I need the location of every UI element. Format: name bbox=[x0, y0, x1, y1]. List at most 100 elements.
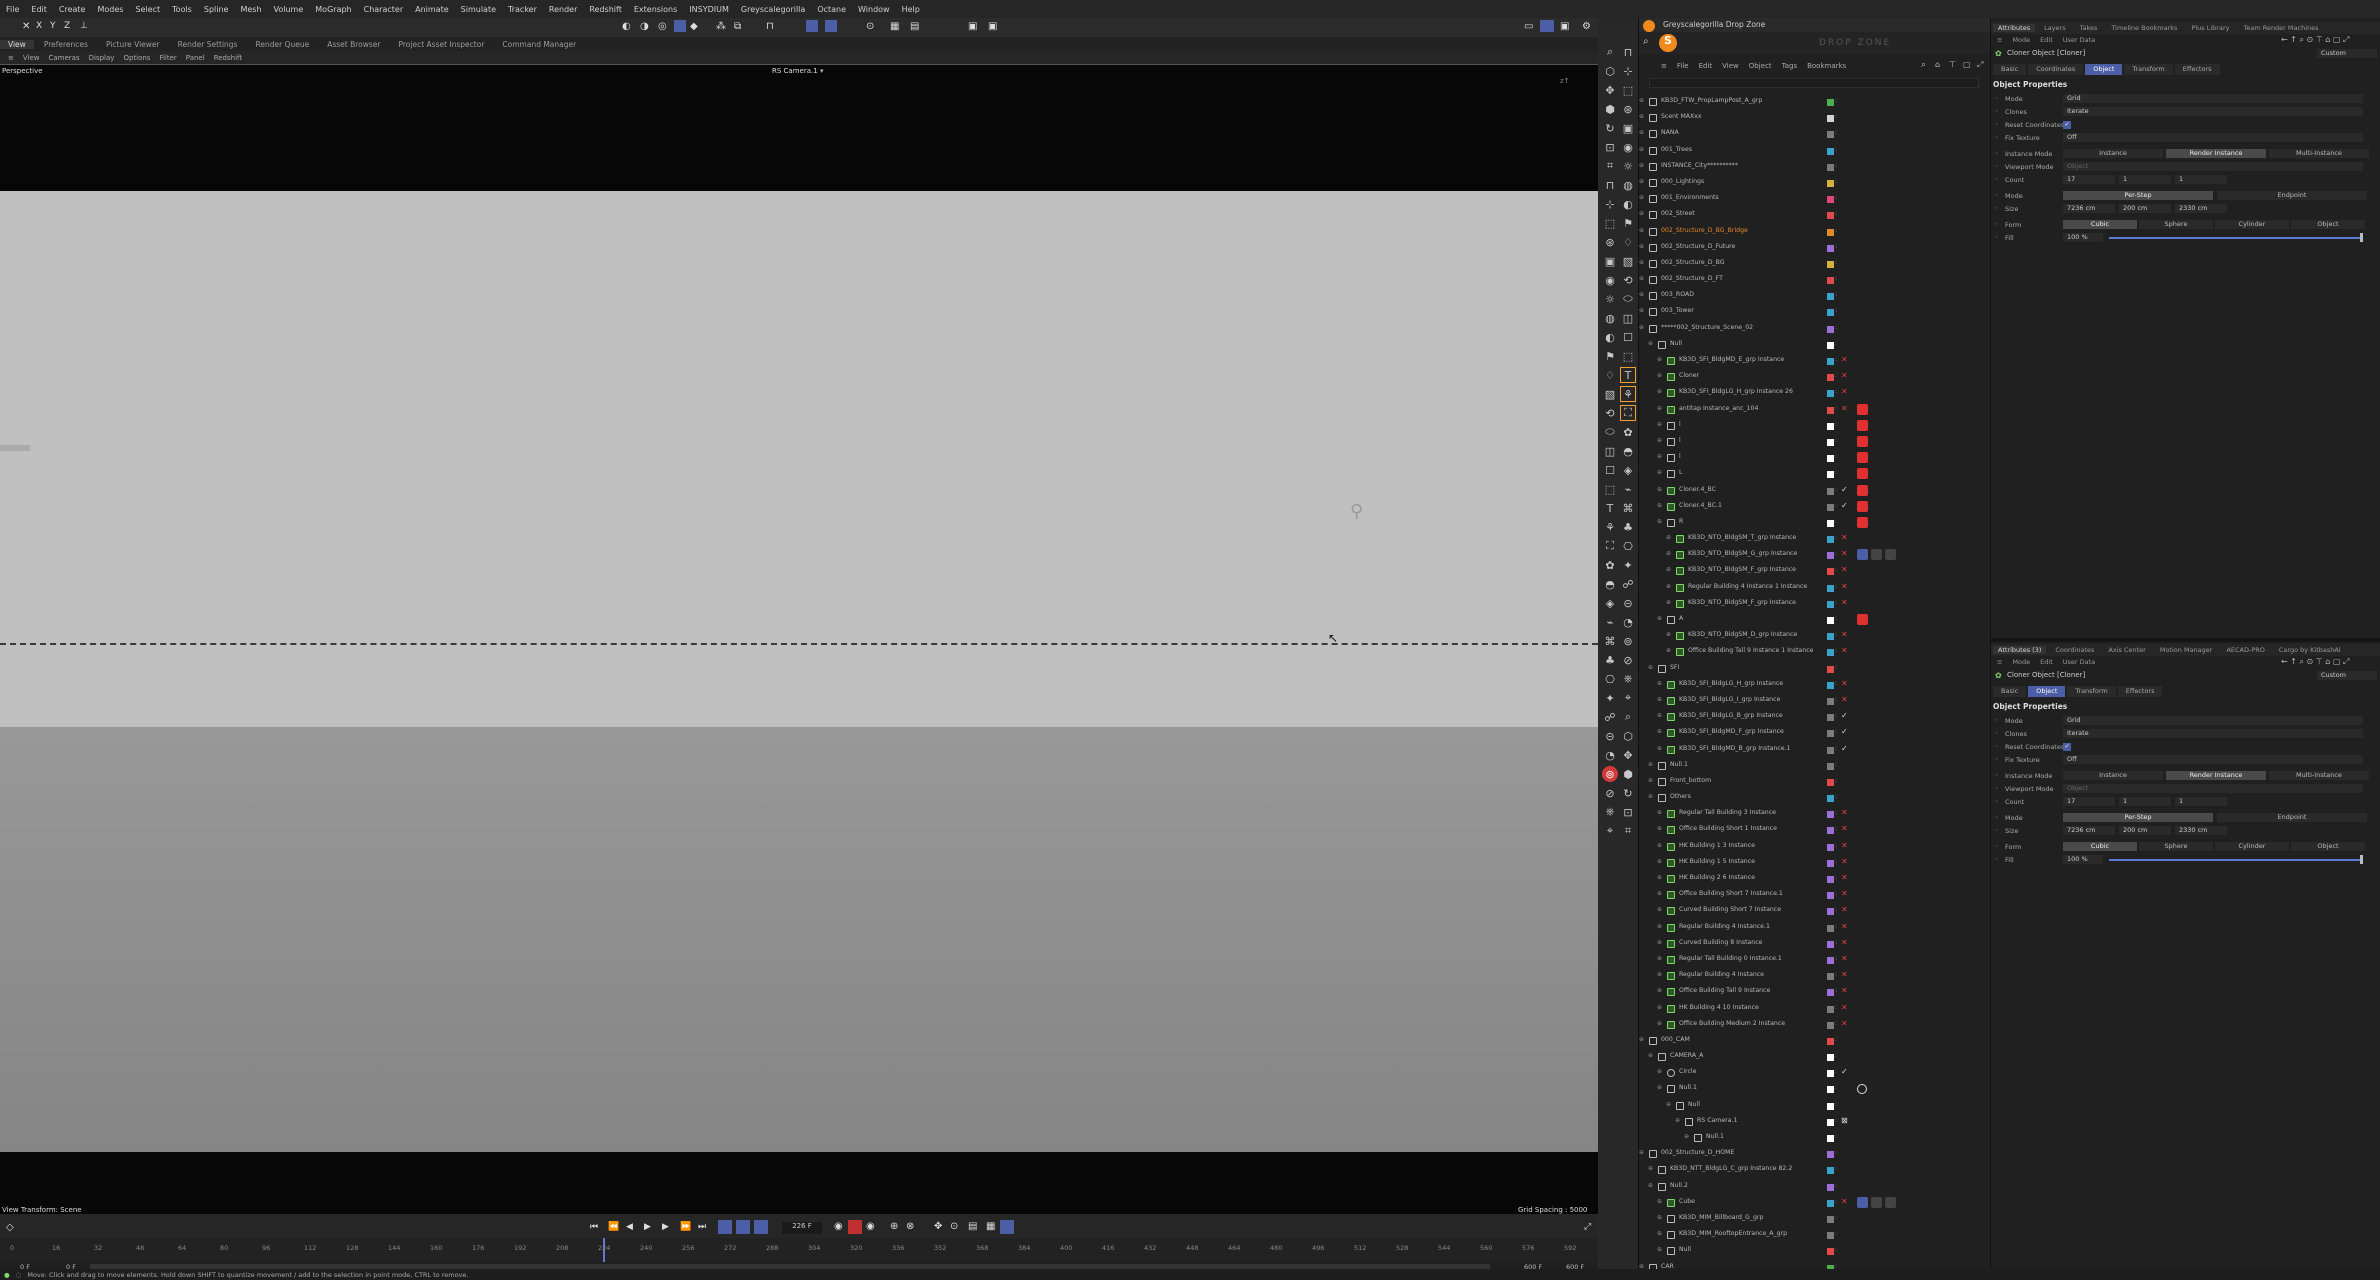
object-name[interactable]: KB3D_NTO_BldgSM_G_grp Instance bbox=[1688, 550, 1797, 557]
visibility-dots-icon[interactable]: : bbox=[1835, 1165, 1837, 1172]
material-tag-icon[interactable] bbox=[1857, 549, 1868, 561]
object-name[interactable]: Regular Building 4 Instance 1 Instance bbox=[1688, 583, 1807, 590]
tool-left-2-icon[interactable]: ✥ bbox=[1602, 82, 1618, 98]
fill-slider[interactable] bbox=[2109, 859, 2363, 861]
expand-icon[interactable]: ⊕ bbox=[1657, 453, 1662, 460]
tool-left-23-icon[interactable]: ⬚ bbox=[1602, 481, 1618, 497]
menu-item[interactable]: Extensions bbox=[634, 5, 677, 14]
expand-icon[interactable]: ⊕ bbox=[1657, 1198, 1662, 1205]
visibility-dots-icon[interactable]: : bbox=[1835, 1036, 1837, 1043]
attr-subtab[interactable]: Basic bbox=[1993, 686, 2027, 697]
expand-icon[interactable]: ⊕ bbox=[1639, 1149, 1644, 1156]
object-name[interactable]: L bbox=[1679, 469, 1682, 476]
visibility-dots-icon[interactable]: : bbox=[1835, 162, 1837, 169]
visibility-dots-icon[interactable]: : bbox=[1835, 469, 1837, 476]
attr-mode-item[interactable]: Mode bbox=[2012, 658, 2030, 668]
tool-right-25-icon[interactable]: ♣ bbox=[1620, 519, 1636, 535]
property-dropdown[interactable]: Off bbox=[2063, 755, 2363, 764]
tool-right-19-icon[interactable]: ⛶ bbox=[1620, 405, 1636, 421]
anim-dot-icon[interactable]: ◦ bbox=[1995, 108, 1999, 115]
object-row[interactable]: ⊕ RS Camera.1: ⊠ bbox=[1639, 1114, 1991, 1130]
next-frame-icon[interactable]: ▶ bbox=[662, 1222, 669, 1232]
anim-dot-icon[interactable]: ◦ bbox=[1995, 756, 1999, 763]
tool-left-17-icon[interactable]: ♢ bbox=[1602, 367, 1618, 383]
visibility-dots-icon[interactable]: : bbox=[1835, 599, 1837, 606]
reset-checkbox[interactable]: ✓ bbox=[2063, 121, 2071, 129]
object-name[interactable]: Office Building Tall 9 Instance 1 Instan… bbox=[1688, 647, 1813, 654]
expand-icon[interactable]: ⊕ bbox=[1657, 486, 1662, 493]
object-name[interactable]: 002_Structure_D_BG bbox=[1661, 259, 1725, 266]
object-name[interactable]: 002_Street bbox=[1661, 210, 1695, 217]
key-scale-icon[interactable]: ✥ bbox=[934, 1221, 942, 1232]
object-row[interactable]: ⊕ l: bbox=[1639, 418, 1991, 434]
anim-dot-icon[interactable]: ◦ bbox=[1995, 95, 1999, 102]
disabled-icon[interactable]: ✕ bbox=[1841, 695, 1848, 704]
expand-icon[interactable]: ⊕ bbox=[1648, 761, 1653, 768]
attr-subtab[interactable]: Basic bbox=[1993, 64, 2027, 75]
layer-color-swatch[interactable] bbox=[1827, 649, 1834, 657]
layer-color-swatch[interactable] bbox=[1827, 1183, 1834, 1191]
object-row[interactable]: ⊕ 001_Trees: bbox=[1639, 143, 1991, 159]
keyframe-sel-icon[interactable]: ◉ bbox=[866, 1221, 875, 1232]
timeline-ruler[interactable]: 0 16 32 48 64 80 96 112 128 144 160 176 192 208 224 240… bbox=[0, 1238, 1598, 1262]
step-mode-option[interactable]: Per-Step bbox=[2063, 191, 2213, 200]
attr-subtab[interactable]: Transform bbox=[2124, 64, 2173, 75]
tool-right-34-icon[interactable]: ⌖ bbox=[1620, 690, 1636, 706]
visibility-dots-icon[interactable]: : bbox=[1835, 631, 1837, 638]
tool-left-3-icon[interactable]: ⬢ bbox=[1602, 101, 1618, 117]
count-field[interactable]: 1 bbox=[2175, 175, 2227, 184]
disabled-icon[interactable]: ✕ bbox=[1841, 889, 1848, 898]
disabled-icon[interactable]: ✕ bbox=[1841, 646, 1848, 655]
expand-icon[interactable]: ⊕ bbox=[1657, 923, 1662, 930]
visibility-dots-icon[interactable]: : bbox=[1835, 745, 1837, 752]
layout-active-icon[interactable] bbox=[1540, 20, 1554, 32]
layout-icon[interactable]: ▤ bbox=[910, 21, 919, 32]
expand-icon[interactable]: ⊕ bbox=[1666, 1101, 1671, 1108]
layer-color-swatch[interactable] bbox=[1827, 730, 1834, 738]
render-picture-icon[interactable]: ◑ bbox=[640, 21, 649, 32]
visibility-dots-icon[interactable]: : bbox=[1835, 1246, 1837, 1253]
visibility-dots-icon[interactable]: : bbox=[1835, 1117, 1837, 1124]
anim-dot-icon[interactable]: ◦ bbox=[1995, 176, 1999, 183]
tool-left-11-icon[interactable]: ▣ bbox=[1602, 253, 1618, 269]
disabled-icon[interactable]: ✕ bbox=[1841, 808, 1848, 817]
expand-icon[interactable]: ⊕ bbox=[1639, 194, 1644, 201]
tool-left-19-icon[interactable]: ⟲ bbox=[1602, 405, 1618, 421]
manager-tab[interactable]: Render Settings bbox=[170, 40, 246, 49]
layer-color-swatch[interactable] bbox=[1827, 487, 1834, 495]
object-name[interactable]: 000_CAM bbox=[1661, 1036, 1690, 1043]
attr-subtab[interactable]: Coordinates bbox=[2028, 64, 2084, 75]
instance-mode-option[interactable]: Render Instance bbox=[2166, 149, 2266, 158]
loop-icon[interactable] bbox=[718, 1220, 732, 1234]
tool-right-14-icon[interactable]: ◫ bbox=[1620, 310, 1636, 326]
size-field[interactable]: 2330 cm bbox=[2175, 204, 2227, 213]
object-row[interactable]: ⊕ 000_CAM: bbox=[1639, 1033, 1991, 1049]
tag-icon[interactable] bbox=[1857, 435, 1868, 447]
om-search-icon[interactable]: ⌕ bbox=[1921, 60, 1926, 70]
render-region-icon[interactable]: ⊙ bbox=[866, 21, 874, 32]
layer-color-swatch[interactable] bbox=[1827, 325, 1834, 333]
anim-dot-icon[interactable]: ◦ bbox=[1995, 814, 1999, 821]
layer-color-swatch[interactable] bbox=[1827, 600, 1834, 608]
om-menu-item[interactable]: Edit bbox=[1699, 62, 1713, 70]
layer-color-swatch[interactable] bbox=[1827, 519, 1834, 527]
layout-view-icon[interactable]: ▣ bbox=[1560, 21, 1569, 32]
count-field[interactable]: 1 bbox=[2119, 175, 2171, 184]
object-row[interactable]: ⊕ KB3D_SFI_BldgLG_B_grp Instance: ✓ bbox=[1639, 709, 1991, 725]
tool-left-4-icon[interactable]: ↻ bbox=[1602, 120, 1618, 136]
expand-icon[interactable]: ⊕ bbox=[1657, 906, 1662, 913]
visibility-dots-icon[interactable]: : bbox=[1835, 210, 1837, 217]
layer-color-swatch[interactable] bbox=[1827, 956, 1834, 964]
expand-icon[interactable]: ⊕ bbox=[1657, 1214, 1662, 1221]
attr-tab[interactable]: AECAD-PRO bbox=[2221, 646, 2269, 654]
object-name[interactable]: Null.1 bbox=[1706, 1133, 1724, 1140]
object-row[interactable]: ⊕ Null.1: bbox=[1639, 1130, 1991, 1146]
object-name[interactable]: 002_Structure_D_BG_Bridge bbox=[1661, 227, 1748, 234]
object-row[interactable]: ⊕ Curved Building Short 7 Instance: ✕ bbox=[1639, 903, 1991, 919]
attr-tab[interactable]: Takes bbox=[2075, 24, 2103, 32]
lock-icon[interactable]: ▣ bbox=[968, 21, 977, 32]
key-pos-icon[interactable]: ⊕ bbox=[890, 1221, 898, 1232]
attr-subtab[interactable]: Effectors bbox=[2174, 64, 2220, 75]
manager-tab[interactable]: Render Queue bbox=[247, 40, 317, 49]
disabled-icon[interactable]: ✕ bbox=[1841, 549, 1848, 558]
